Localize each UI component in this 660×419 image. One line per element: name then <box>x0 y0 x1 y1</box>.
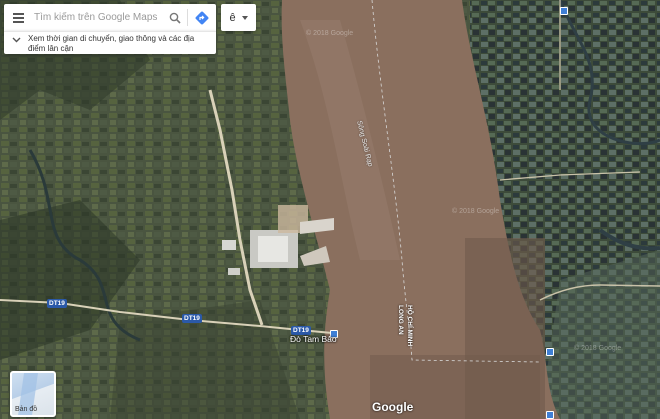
road-shield[interactable]: DT19 <box>47 299 67 308</box>
boundary-label-hcm: HỒ CHÍ MINH <box>406 305 413 347</box>
chevron-down-icon[interactable] <box>4 32 28 43</box>
search-icon[interactable] <box>166 9 184 27</box>
search-box <box>4 4 216 31</box>
ferry-label[interactable]: Đò Tam Bảo <box>290 334 337 344</box>
language-button[interactable]: ê <box>221 4 256 31</box>
menu-icon[interactable] <box>4 4 32 31</box>
boundary-label-longan: LONG AN <box>397 305 404 335</box>
poi-marker-icon[interactable] <box>546 411 554 419</box>
caret-down-icon <box>241 15 248 20</box>
google-logo: Google <box>372 400 414 414</box>
language-label: ê <box>229 11 236 24</box>
basemap-toggle[interactable]: Bản đồ <box>10 371 56 417</box>
watermark: © 2018 Google <box>306 30 354 37</box>
watermark: © 2018 Google <box>574 345 622 352</box>
nearby-info-panel[interactable]: Xem thời gian di chuyển, giao thông và c… <box>4 31 216 54</box>
nearby-info-text: Xem thời gian di chuyển, giao thông và c… <box>28 34 195 53</box>
road-shield[interactable]: DT19 <box>182 314 202 323</box>
satellite-map[interactable]: © 2018 Google © 2018 Google © 2018 Googl… <box>0 0 660 419</box>
basemap-label: Bản đồ <box>15 406 38 413</box>
search-input[interactable] <box>32 7 166 28</box>
directions-icon[interactable] <box>191 7 213 29</box>
watermark: © 2018 Google <box>452 208 500 215</box>
poi-marker-icon[interactable] <box>546 348 554 356</box>
poi-marker-icon[interactable] <box>560 7 568 15</box>
divider <box>187 9 188 26</box>
map-imagery <box>0 0 660 419</box>
